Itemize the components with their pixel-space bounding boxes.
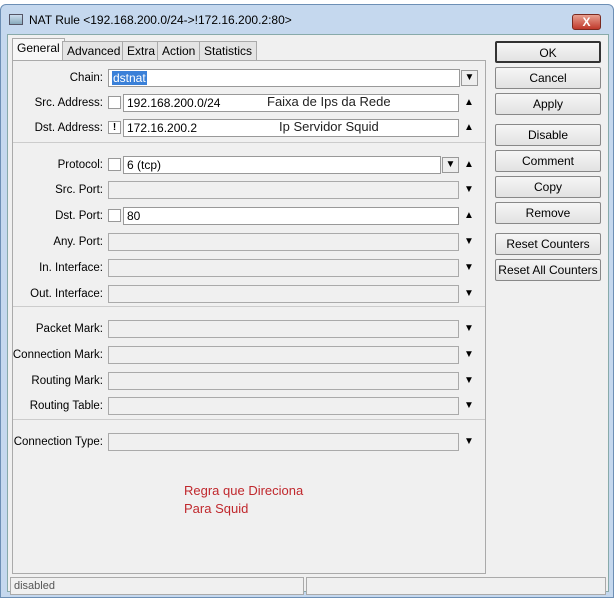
- dst-address-label: Dst. Address:: [34, 122, 103, 134]
- divider: [13, 306, 485, 307]
- chain-label: Chain:: [69, 72, 103, 84]
- dst-port-value: 80: [127, 209, 141, 223]
- copy-button[interactable]: Copy: [495, 176, 601, 198]
- expand-down-icon[interactable]: ▼: [463, 288, 475, 299]
- dst-port-negate-checkbox[interactable]: [108, 209, 121, 222]
- src-address-annotation: Faixa de Ips da Rede: [267, 94, 391, 109]
- dst-address-negate-checkbox[interactable]: !: [108, 121, 121, 134]
- src-address-value: 192.168.200.0/24: [127, 96, 221, 110]
- expand-down-icon[interactable]: ▼: [463, 184, 475, 195]
- src-port-label: Src. Port:: [55, 184, 103, 196]
- routing-table-label: Routing Table:: [29, 400, 103, 412]
- src-port-input[interactable]: [108, 181, 459, 199]
- collapse-up-icon[interactable]: ▲: [463, 159, 475, 170]
- window-title: NAT Rule <192.168.200.0/24->!172.16.200.…: [29, 13, 292, 27]
- dst-port-label: Dst. Port:: [55, 210, 103, 222]
- comment-button[interactable]: Comment: [495, 150, 601, 172]
- dst-address-annotation: Ip Servidor Squid: [279, 119, 379, 134]
- close-button[interactable]: X: [572, 14, 601, 30]
- in-interface-input[interactable]: [108, 259, 459, 277]
- annotation-text: Regra que Direciona Para Squid: [184, 482, 303, 518]
- ok-button[interactable]: OK: [495, 41, 601, 63]
- divider: [13, 142, 485, 143]
- remove-button[interactable]: Remove: [495, 202, 601, 224]
- status-bar-right: [306, 577, 606, 595]
- status-bar-left: disabled: [10, 577, 304, 595]
- chain-select[interactable]: dstnat: [108, 69, 460, 87]
- tab-action[interactable]: Action: [157, 41, 201, 60]
- expand-down-icon[interactable]: ▼: [463, 323, 475, 334]
- src-address-label: Src. Address:: [34, 97, 103, 109]
- dst-port-input[interactable]: 80: [123, 207, 459, 225]
- packet-mark-input[interactable]: [108, 320, 459, 338]
- tab-general[interactable]: General: [12, 38, 65, 60]
- title-bar: NAT Rule <192.168.200.0/24->!172.16.200.…: [9, 13, 292, 27]
- cancel-button[interactable]: Cancel: [495, 67, 601, 89]
- nat-rule-window: NAT Rule <192.168.200.0/24->!172.16.200.…: [0, 4, 614, 598]
- connection-mark-input[interactable]: [108, 346, 459, 364]
- expand-down-icon[interactable]: ▼: [463, 436, 475, 447]
- out-interface-label: Out. Interface:: [30, 288, 103, 300]
- packet-mark-label: Packet Mark:: [35, 323, 103, 335]
- expand-down-icon[interactable]: ▼: [463, 375, 475, 386]
- any-port-label: Any. Port:: [53, 236, 103, 248]
- disable-button[interactable]: Disable: [495, 124, 601, 146]
- divider: [13, 419, 485, 420]
- protocol-dropdown-icon[interactable]: ▼: [442, 157, 459, 173]
- expand-down-icon[interactable]: ▼: [463, 400, 475, 411]
- tab-advanced[interactable]: Advanced: [62, 41, 126, 60]
- annotation-line-2: Para Squid: [184, 501, 249, 516]
- tab-statistics[interactable]: Statistics: [199, 41, 258, 60]
- connection-mark-label: Connection Mark:: [12, 349, 103, 361]
- annotation-line-1: Regra que Direciona: [184, 483, 304, 498]
- src-address-negate-checkbox[interactable]: [108, 96, 121, 109]
- collapse-up-icon[interactable]: ▲: [463, 97, 475, 108]
- expand-down-icon[interactable]: ▼: [463, 262, 475, 273]
- out-interface-input[interactable]: [108, 285, 459, 303]
- collapse-up-icon[interactable]: ▲: [463, 210, 475, 221]
- dst-address-value: 172.16.200.2: [127, 121, 198, 135]
- expand-down-icon[interactable]: ▼: [463, 349, 475, 360]
- connection-type-label: Connection Type:: [13, 436, 103, 448]
- routing-table-input[interactable]: [108, 397, 459, 415]
- reset-all-counters-button[interactable]: Reset All Counters: [495, 259, 601, 281]
- apply-button[interactable]: Apply: [495, 93, 601, 115]
- protocol-negate-checkbox[interactable]: [108, 158, 121, 171]
- dialog-body: General Advanced Extra Action Statistics…: [7, 34, 609, 595]
- app-icon: [9, 14, 23, 25]
- in-interface-label: In. Interface:: [39, 262, 103, 274]
- any-port-input[interactable]: [108, 233, 459, 251]
- general-panel: Chain: dstnat ▼ Src. Address: 192.168.20…: [12, 60, 486, 574]
- connection-type-input[interactable]: [108, 433, 459, 451]
- chain-value: dstnat: [112, 71, 147, 85]
- expand-down-icon[interactable]: ▼: [463, 236, 475, 247]
- protocol-value: 6 (tcp): [127, 158, 162, 172]
- chain-dropdown-icon[interactable]: ▼: [461, 70, 478, 86]
- tab-extra[interactable]: Extra: [122, 41, 161, 60]
- collapse-up-icon[interactable]: ▲: [463, 122, 475, 133]
- routing-mark-label: Routing Mark:: [31, 375, 103, 387]
- protocol-label: Protocol:: [57, 159, 103, 171]
- protocol-select[interactable]: 6 (tcp): [123, 156, 441, 174]
- reset-counters-button[interactable]: Reset Counters: [495, 233, 601, 255]
- routing-mark-input[interactable]: [108, 372, 459, 390]
